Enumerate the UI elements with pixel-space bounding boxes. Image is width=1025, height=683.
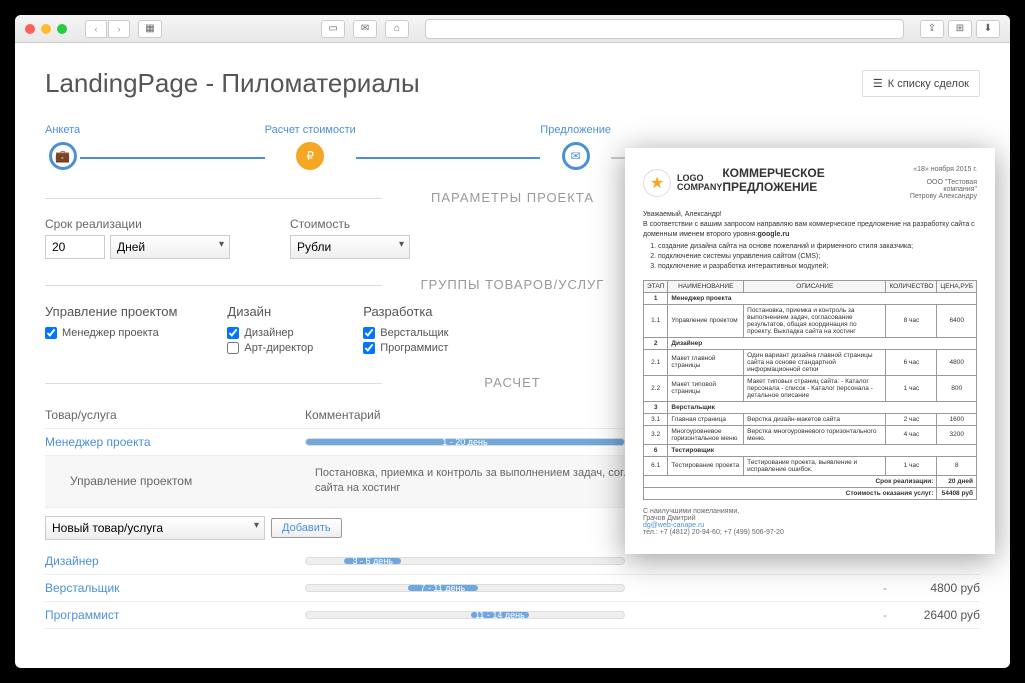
calc-item: Менеджер проекта [45,435,305,449]
doc-company: ООО "Тестовая компания" [901,179,977,193]
add-button[interactable]: Добавить [271,518,342,538]
range-slider[interactable]: 7 - 11 день [305,584,625,592]
duration-input[interactable] [45,235,105,259]
maximize-icon[interactable] [57,24,67,34]
mail-icon[interactable]: ✉ [353,20,377,38]
doc-date: «18» ноября 2015 г. [901,166,977,173]
doc-email[interactable]: dg@web-canape.ru [643,522,704,529]
checkbox-item[interactable]: Верстальщик [363,327,448,339]
calc-subitem: Управление проектом [55,474,315,488]
step-label: Предложение [540,124,611,136]
group-title: Разработка [363,304,448,319]
group-title: Дизайн [227,304,313,319]
browser-window: ‹ › ▦ ▭ ✉ ⌂ ⇪ ⊞ ⬇ LandingPage - Пиломате… [15,15,1010,668]
calc-item: Дизайнер [45,554,305,568]
page-title: LandingPage - Пиломатериалы [45,68,420,99]
share-icon[interactable]: ⇪ [920,20,944,38]
url-bar[interactable] [425,19,904,39]
doc-table: ЭТАПНАИМЕНОВАНИЕОПИСАНИЕКОЛИЧЕСТВОЦЕНА,Р… [643,280,977,500]
checkbox-item[interactable]: Менеджер проекта [45,327,177,339]
home-icon[interactable]: ⌂ [385,20,409,38]
step-label: Расчет стоимости [265,124,356,136]
price: 26400 руб [900,608,980,622]
sidebar-icon[interactable]: ▦ [138,20,162,38]
cost-label: Стоимость [290,217,410,231]
minimize-icon[interactable] [41,24,51,34]
doc-person: Петрову Александру [901,193,977,200]
duration-unit-select[interactable]: Дней [110,235,230,259]
step-2[interactable]: ₽ [296,142,324,170]
calc-item: Программист [45,608,305,622]
proposal-document: ★ LOGOCOMPANY КОММЕРЧЕСКОЕ ПРЕДЛОЖЕНИЕ «… [625,148,995,554]
range-slider[interactable]: 11 - 14 день [305,611,625,619]
checkbox-item[interactable]: Дизайнер [227,327,313,339]
doc-logo: ★ LOGOCOMPANY [643,166,722,200]
checkbox-item[interactable]: Программист [363,342,448,354]
forward-button[interactable]: › [108,20,130,38]
window-controls [25,24,67,34]
group-title: Управление проектом [45,304,177,319]
calc-item: Верстальщик [45,581,305,595]
page-content: LandingPage - Пиломатериалы ☰К списку сд… [15,43,1010,668]
range-slider[interactable]: 3 - 6 день [305,557,625,565]
col-item: Товар/услуга [45,408,305,422]
tabs-icon[interactable]: ⊞ [948,20,972,38]
currency-select[interactable]: Рубли [290,235,410,259]
checkbox-item[interactable]: Арт-директор [227,342,313,354]
download-icon[interactable]: ⬇ [976,20,1000,38]
list-icon: ☰ [873,77,883,90]
step-label: Анкета [45,124,80,136]
back-button[interactable]: ‹ [85,20,107,38]
step-1[interactable]: 💼 [49,142,77,170]
titlebar: ‹ › ▦ ▭ ✉ ⌂ ⇪ ⊞ ⬇ [15,15,1010,43]
range-slider[interactable]: 1 - 20 день [305,438,625,446]
step-3[interactable]: ✉ [562,142,590,170]
duration-label: Срок реализации [45,217,230,231]
deals-list-button[interactable]: ☰К списку сделок [862,70,980,97]
close-icon[interactable] [25,24,35,34]
doc-title: КОММЕРЧЕСКОЕ ПРЕДЛОЖЕНИЕ [722,166,900,194]
price: 4800 руб [900,581,980,595]
doc-greeting: Уважаемый, Александр! [643,210,977,220]
reader-icon[interactable]: ▭ [321,20,345,38]
star-icon: ★ [643,169,671,197]
new-item-select[interactable]: Новый товар/услуга [45,516,265,540]
